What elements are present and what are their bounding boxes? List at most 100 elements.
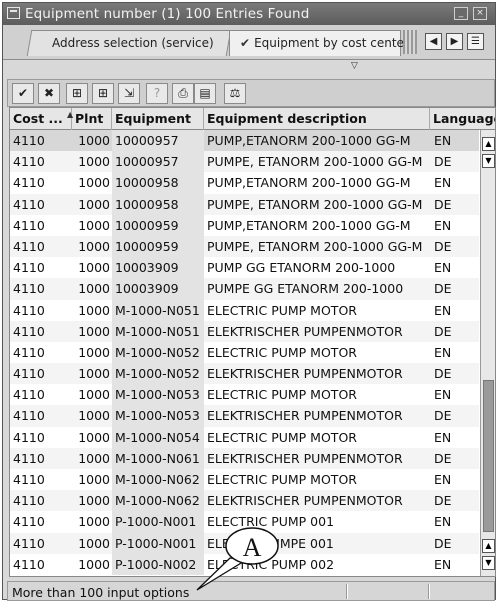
cell-language: DE [434,323,452,339]
cell-equipment: 10000958 [112,193,204,215]
scrollbar-thumb[interactable] [483,380,494,532]
tab-equipment-by-cost-center[interactable]: ✔ Equipment by cost center [229,30,409,56]
cell-plant: 1000 [78,133,110,148]
tab-strip: Address selection (service) ✔ Equipment b… [3,25,495,60]
table-row[interactable]: 4110 1000 10000957 PUMP,ETANORM 200-1000 GG… [10,130,479,152]
table-row[interactable]: 4110 1000 M-1000-N051 ELECTRIC PUMP MOTOR EN [10,299,479,321]
cell-description: PUMP,ETANORM 200-1000 GG-M [207,133,411,148]
find-icon[interactable]: ⊞ [66,83,88,104]
cell-cost-center: 4110 [13,450,45,466]
cell-equipment: P-1000-N002 [112,553,204,575]
column-header-equipment[interactable]: Equipment [112,108,204,130]
cell-cost-center: 4110 [13,387,45,403]
cell-language: EN [434,344,452,360]
column-header-language[interactable]: Language [430,108,495,130]
checkmark-icon[interactable]: ✔ [12,83,34,104]
table-row[interactable]: 4110 1000 10000958 PUMP,ETANORM 200-1000 GG… [10,172,479,194]
collapse-arrow-icon[interactable]: ▽ [351,61,358,71]
cell-equipment: M-1000-N053 [112,405,204,427]
minimize-button[interactable]: _ [454,7,468,20]
cell-cost-center: 4110 [13,133,45,148]
settings-icon[interactable]: ⚖ [224,83,246,104]
table-row[interactable]: 4110 1000 10000958 PUMPE, ETANORM 200-1000 … [10,193,479,215]
table-row[interactable]: 4110 1000 M-1000-N062 ELECTRIC PUMP MOTOR EN [10,469,479,491]
cell-plant: 1000 [78,450,110,466]
table-row[interactable]: 4110 1000 10000959 PUMPE, ETANORM 200-1000 … [10,235,479,258]
table-row[interactable]: 4110 1000 10003909 PUMP GG ETANORM 200-1000… [10,257,479,279]
cell-description: ELECTRIC PUMP MOTOR [207,429,357,445]
table-row[interactable]: 4110 1000 P-1000-N001 ELEKTROPUMPE 001 DE [10,532,479,554]
table-row[interactable]: 4110 1000 M-1000-N054 ELECTRIC PUMP MOTOR EN [10,426,479,448]
cell-equipment: 10000959 [112,214,204,236]
cell-plant: 1000 [78,556,110,572]
cell-cost-center: 4110 [13,238,45,254]
cell-cost-center: 4110 [13,408,45,424]
cell-cost-center: 4110 [13,366,45,382]
tab-list-menu-button[interactable]: ☰ [467,33,484,50]
scroll-up-button[interactable]: ▲ [482,137,495,151]
cell-plant: 1000 [78,238,110,254]
table-row[interactable]: 4110 1000 P-1000-N001 ELECTRIC PUMP 001 EN [10,511,479,533]
filter-icon[interactable]: ▤ [194,83,216,104]
tab-address-selection[interactable]: Address selection (service) [26,30,232,56]
cell-language: EN [434,302,452,318]
cell-language: EN [434,133,452,148]
cell-language: DE [434,535,452,551]
cell-plant: 1000 [78,281,110,297]
cell-description: ELECTRIC PUMP MOTOR [207,387,357,403]
toolbar: ✔ ✖ ⊞ ⊞ ⇲ ? ⎙ ▤ ⚖ [7,79,495,107]
cell-description: PUMPE, ETANORM 200-1000 GG-M [207,238,423,254]
cell-cost-center: 4110 [13,429,45,445]
status-message: More than 100 input options [12,585,190,600]
tab-scroll-left-button[interactable]: ◀ [425,33,442,50]
cell-plant: 1000 [78,323,110,339]
table-row[interactable]: 4110 1000 M-1000-N061 ELEKTRISCHER PUMPENMO… [10,447,479,469]
cell-plant: 1000 [78,366,110,382]
check-icon: ✔ [240,36,251,50]
table-row[interactable]: 4110 1000 P-1000-N002 ELECTRIC PUMP 002 EN [10,553,479,575]
cell-language: DE [434,281,452,297]
table-row[interactable]: 4110 1000 M-1000-N053 ELECTRIC PUMP MOTOR EN [10,384,479,406]
scroll-down-button[interactable]: ▼ [482,556,495,570]
cell-description: ELECTRIC PUMP MOTOR [207,302,357,318]
table-header: Cost ... ▲ Plnt Equipment Equipment desc… [10,108,495,130]
cell-cost-center: 4110 [13,260,45,276]
scroll-down-button[interactable]: ▼ [482,154,495,168]
table-row[interactable]: 4110 1000 M-1000-N051 ELEKTRISCHER PUMPENMO… [10,320,479,342]
cell-plant: 1000 [78,472,110,487]
scroll-up-button[interactable]: ▲ [482,539,495,553]
tab-overflow-handle[interactable] [403,30,417,54]
help-icon[interactable]: ? [146,83,168,104]
table-row[interactable]: 4110 1000 M-1000-N052 ELEKTRISCHER PUMPENMO… [10,363,479,385]
print-icon[interactable]: ⎙ [172,83,194,104]
title-bar: Equipment number (1) 100 Entries Found _… [3,3,495,25]
table-row[interactable]: 4110 1000 10003909 PUMPE GG ETANORM 200-100… [10,278,479,300]
table-row[interactable]: 4110 1000 M-1000-N052 ELECTRIC PUMP MOTOR EN [10,341,479,364]
vertical-scrollbar[interactable]: ▲ ▼ ▲ ▼ [480,130,495,576]
cell-equipment: 10000958 [112,172,204,194]
close-button[interactable]: × [473,7,487,20]
cell-description: ELEKTRISCHER PUMPENMOTOR [207,323,403,339]
cancel-icon[interactable]: ✖ [38,83,60,104]
cell-description: PUMP,ETANORM 200-1000 GG-M [207,175,411,191]
cell-cost-center: 4110 [13,535,45,551]
table-row[interactable]: 4110 1000 10000957 PUMPE, ETANORM 200-1000 … [10,151,479,173]
cell-cost-center: 4110 [13,323,45,339]
export-icon[interactable]: ⇲ [118,83,140,104]
column-header-plant[interactable]: Plnt [72,108,112,130]
column-header-description[interactable]: Equipment description [204,108,430,130]
cell-description: ELECTRIC PUMP MOTOR [207,472,357,487]
cell-cost-center: 4110 [13,472,45,487]
cell-description: PUMP GG ETANORM 200-1000 [207,260,396,276]
column-header-cost-center[interactable]: Cost ... [10,108,72,130]
cell-plant: 1000 [78,514,110,530]
table-row[interactable]: 4110 1000 M-1000-N053 ELEKTRISCHER PUMPENMO… [10,405,479,427]
cell-equipment: P-1000-N001 [112,532,204,554]
table-row[interactable]: 4110 1000 M-1000-N062 ELEKTRISCHER PUMPENMO… [10,490,479,512]
status-divider [428,584,430,599]
table-row[interactable]: 4110 1000 10000959 PUMP,ETANORM 200-1000 GG… [10,214,479,236]
cell-equipment: M-1000-N062 [112,490,204,512]
cell-description: ELEKTROPUMPE 001 [207,535,334,551]
tab-scroll-right-button[interactable]: ▶ [446,33,463,50]
find-next-icon[interactable]: ⊞ [92,83,114,104]
